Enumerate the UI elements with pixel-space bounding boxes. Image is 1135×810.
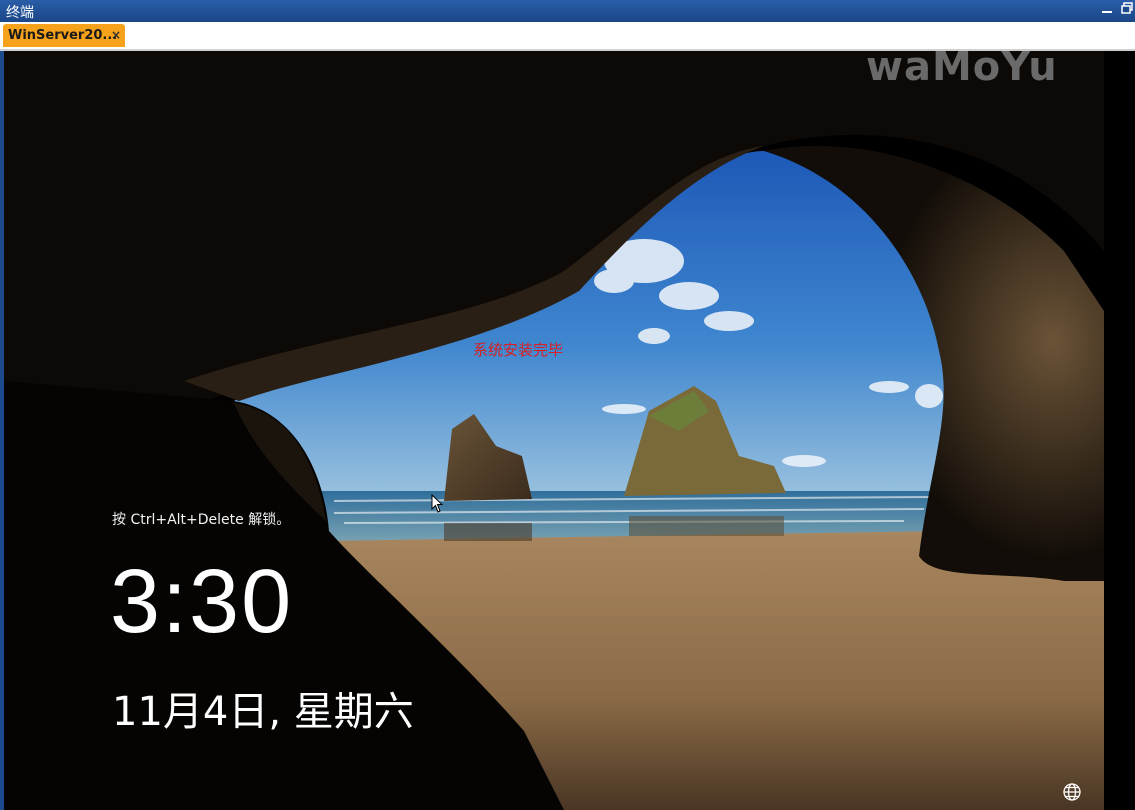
tab-strip: WinServer20... ×: [0, 22, 1135, 51]
tab-label: WinServer20...: [8, 28, 118, 43]
window-title-bar: 终端: [0, 0, 1135, 22]
unlock-hint: 按 Ctrl+Alt+Delete 解锁。: [112, 512, 291, 528]
window-title: 终端: [6, 5, 34, 21]
restore-icon[interactable]: [1118, 2, 1135, 20]
right-edge-panel: [1104, 51, 1135, 810]
watermark-text: waMoYu: [866, 51, 1058, 90]
tab-close-button[interactable]: ×: [111, 28, 121, 42]
lockscreen-date: 11月4日, 星期六: [112, 689, 414, 735]
tab-winserver[interactable]: WinServer20... ×: [3, 24, 125, 47]
remote-screen[interactable]: waMoYu 系统安装完毕 按 Ctrl+Alt+Delete 解锁。 3:30…: [4, 51, 1104, 810]
network-globe-icon[interactable]: [1062, 782, 1082, 802]
minimize-icon[interactable]: [1098, 2, 1116, 20]
mouse-pointer-icon: [431, 493, 445, 518]
install-complete-message: 系统安装完毕: [473, 341, 564, 359]
lockscreen-clock: 3:30: [110, 552, 294, 652]
